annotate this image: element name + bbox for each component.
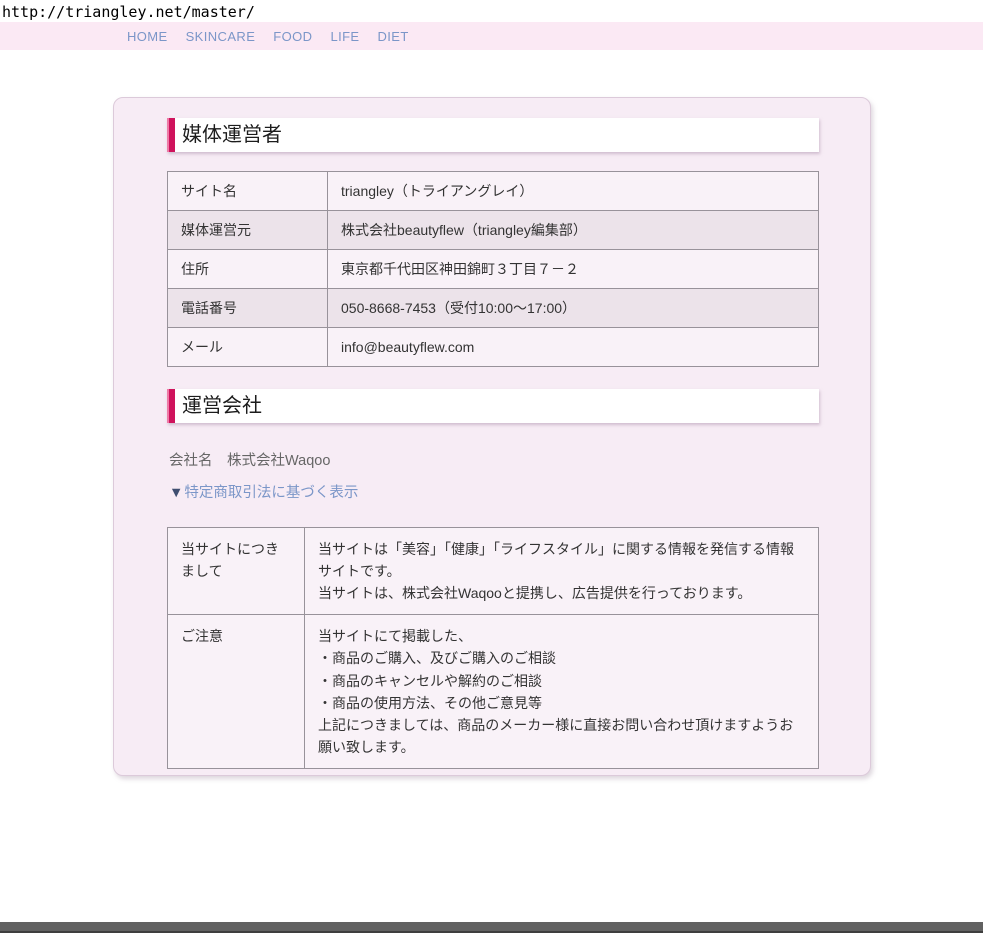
content-card: 媒体運営者 サイト名 triangley（トライアングレイ） 媒体運営元 株式会… bbox=[113, 97, 871, 776]
row-label: 当サイトにつきまして bbox=[168, 528, 305, 615]
table-row: 媒体運営元 株式会社beautyflew（triangley編集部） bbox=[168, 211, 819, 250]
media-operator-table: サイト名 triangley（トライアングレイ） 媒体運営元 株式会社beaut… bbox=[167, 171, 819, 367]
table-row: 電話番号 050-8668-7453（受付10:00～17:00） bbox=[168, 289, 819, 328]
section-title-operating-company: 運営会社 bbox=[167, 389, 819, 423]
row-label: メール bbox=[168, 328, 328, 367]
row-value: info@beautyflew.com bbox=[328, 328, 819, 367]
row-value: 株式会社beautyflew（triangley編集部） bbox=[328, 211, 819, 250]
row-value: 050-8668-7453（受付10:00～17:00） bbox=[328, 289, 819, 328]
triangle-down-icon: ▼ bbox=[169, 485, 183, 501]
title-accent-bar bbox=[167, 389, 175, 423]
section-title-text: 運営会社 bbox=[182, 389, 262, 423]
main-nav: HOME SKINCARE FOOD LIFE DIET bbox=[0, 22, 983, 50]
nav-item-skincare[interactable]: SKINCARE bbox=[186, 29, 256, 44]
row-value: 当サイトにて掲載した、 ・商品のご購入、及びご購入のご相談 ・商品のキャンセルや… bbox=[305, 615, 819, 769]
table-row: 当サイトにつきまして 当サイトは「美容」「健康」「ライフスタイル」に関する情報を… bbox=[168, 528, 819, 615]
row-label: 電話番号 bbox=[168, 289, 328, 328]
footer-bar bbox=[0, 922, 983, 933]
sctl-link-row: ▼特定商取引法に基づく表示 bbox=[169, 481, 819, 502]
nav-item-food[interactable]: FOOD bbox=[273, 29, 312, 44]
table-row: メール info@beautyflew.com bbox=[168, 328, 819, 367]
site-notes-table: 当サイトにつきまして 当サイトは「美容」「健康」「ライフスタイル」に関する情報を… bbox=[167, 527, 819, 769]
company-name-line: 会社名 株式会社Waqoo bbox=[169, 449, 819, 470]
title-accent-bar bbox=[167, 118, 175, 152]
nav-item-life[interactable]: LIFE bbox=[330, 29, 359, 44]
nav-item-home[interactable]: HOME bbox=[127, 29, 168, 44]
row-label: 住所 bbox=[168, 250, 328, 289]
table-row: 住所 東京都千代田区神田錦町３丁目７－２ bbox=[168, 250, 819, 289]
row-value: 東京都千代田区神田錦町３丁目７－２ bbox=[328, 250, 819, 289]
page-url-text: http://triangley.net/master/ bbox=[0, 0, 983, 22]
row-value: triangley（トライアングレイ） bbox=[328, 172, 819, 211]
row-value: 当サイトは「美容」「健康」「ライフスタイル」に関する情報を発信する情報サイトです… bbox=[305, 528, 819, 615]
table-row: サイト名 triangley（トライアングレイ） bbox=[168, 172, 819, 211]
section-title-media-operator: 媒体運営者 bbox=[167, 118, 819, 152]
row-label: 媒体運営元 bbox=[168, 211, 328, 250]
row-label: サイト名 bbox=[168, 172, 328, 211]
table-row: ご注意 当サイトにて掲載した、 ・商品のご購入、及びご購入のご相談 ・商品のキャ… bbox=[168, 615, 819, 769]
sctl-disclosure-link[interactable]: 特定商取引法に基づく表示 bbox=[184, 485, 358, 501]
nav-item-diet[interactable]: DIET bbox=[378, 29, 409, 44]
row-label: ご注意 bbox=[168, 615, 305, 769]
section-title-text: 媒体運営者 bbox=[182, 118, 282, 152]
